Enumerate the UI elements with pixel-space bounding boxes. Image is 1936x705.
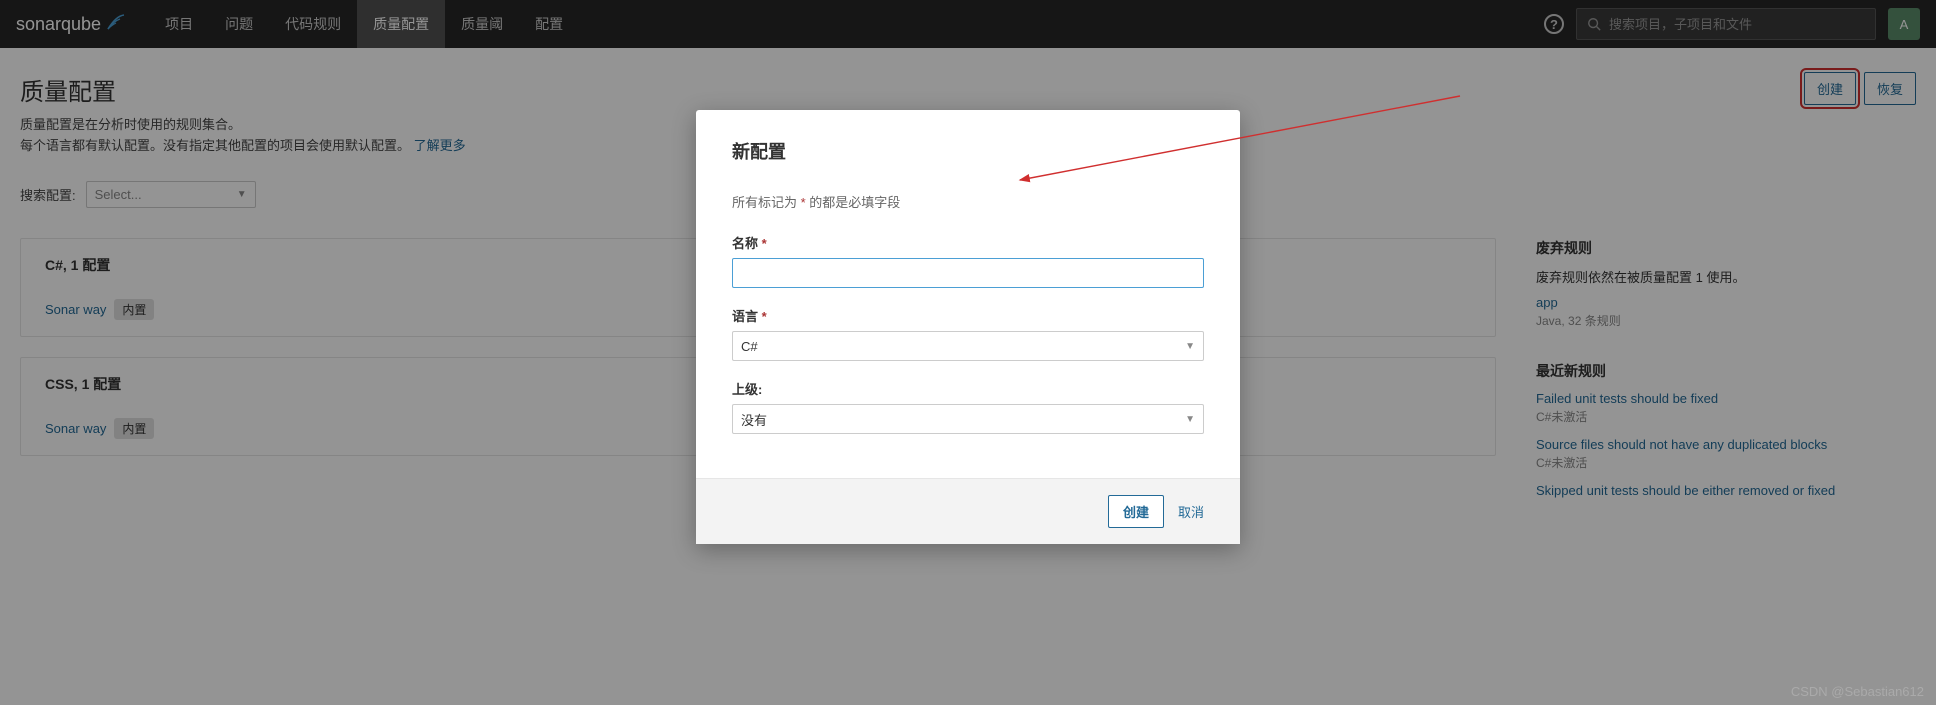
language-value: C# [741, 339, 758, 354]
chevron-down-icon: ▼ [1185, 341, 1195, 352]
modal-required-note: 所有标记为 * 的都是必填字段 [732, 192, 1204, 211]
parent-select[interactable]: 没有 ▼ [732, 404, 1204, 434]
name-input[interactable] [732, 258, 1204, 288]
note-part-b: 的都是必填字段 [806, 195, 901, 210]
language-label-text: 语言 [732, 309, 758, 324]
watermark: CSDN @Sebastian612 [1791, 684, 1924, 699]
parent-label: 上级: [732, 379, 1204, 398]
modal-title: 新配置 [732, 138, 1204, 164]
modal-cancel-link[interactable]: 取消 [1178, 502, 1204, 521]
parent-value: 没有 [741, 410, 767, 429]
form-group-parent: 上级: 没有 ▼ [732, 379, 1204, 434]
form-group-name: 名称 * [732, 233, 1204, 288]
note-part-a: 所有标记为 [732, 195, 801, 210]
form-group-language: 语言 * C# ▼ [732, 306, 1204, 361]
name-label: 名称 * [732, 233, 1204, 252]
name-label-text: 名称 [732, 236, 758, 251]
chevron-down-icon: ▼ [1185, 414, 1195, 425]
modal-body: 新配置 所有标记为 * 的都是必填字段 名称 * 语言 * C# ▼ 上级: 没… [696, 110, 1240, 478]
create-profile-modal: 新配置 所有标记为 * 的都是必填字段 名称 * 语言 * C# ▼ 上级: 没… [696, 110, 1240, 544]
language-label: 语言 * [732, 306, 1204, 325]
modal-submit-button[interactable]: 创建 [1108, 495, 1164, 528]
language-select[interactable]: C# ▼ [732, 331, 1204, 361]
modal-footer: 创建 取消 [696, 478, 1240, 544]
